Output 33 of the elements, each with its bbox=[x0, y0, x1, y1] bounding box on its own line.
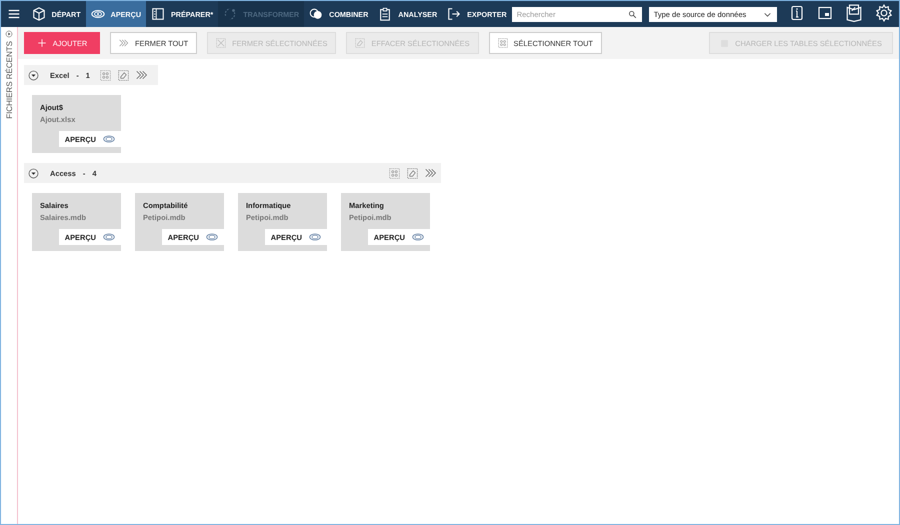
window-icon bbox=[817, 5, 833, 21]
cube-icon bbox=[32, 7, 46, 21]
eye-icon bbox=[90, 7, 105, 21]
double-chevron-icon bbox=[425, 167, 437, 179]
plus-icon bbox=[36, 38, 47, 48]
circles-icon bbox=[309, 7, 324, 21]
eraser-icon bbox=[118, 70, 129, 80]
search-icon bbox=[628, 10, 637, 18]
eye-icon bbox=[412, 231, 424, 243]
close-selection-icon bbox=[216, 38, 226, 48]
collapse-icon bbox=[28, 70, 39, 80]
sidebar-label: FICHIERS RÉCENTS bbox=[4, 41, 14, 119]
settings-icon bbox=[875, 4, 893, 22]
book-icon bbox=[845, 4, 863, 22]
expand-icon bbox=[5, 30, 13, 38]
eye-icon bbox=[206, 231, 218, 243]
cycle-icon bbox=[223, 7, 238, 21]
select-all-icon bbox=[498, 38, 508, 48]
panel-icon bbox=[151, 7, 166, 21]
eye-icon bbox=[103, 231, 115, 243]
select-all-icon bbox=[100, 70, 111, 80]
menu-icon bbox=[6, 7, 21, 21]
info-icon bbox=[789, 5, 805, 21]
exit-icon bbox=[447, 7, 462, 21]
double-chevron-icon bbox=[119, 38, 129, 48]
collapse-icon bbox=[28, 168, 39, 178]
select-all-icon bbox=[389, 168, 400, 178]
eraser-icon bbox=[407, 168, 418, 178]
double-chevron-icon bbox=[136, 69, 148, 81]
eraser-icon bbox=[355, 38, 366, 48]
eye-icon bbox=[103, 133, 115, 145]
eye-icon bbox=[309, 231, 321, 243]
clipboard-icon bbox=[378, 7, 392, 21]
